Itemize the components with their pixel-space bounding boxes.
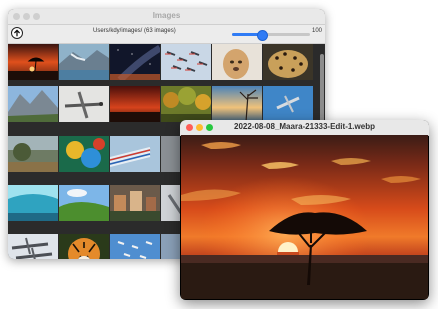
thumb-fighter-jets[interactable]: [8, 234, 58, 259]
arrow-up-icon: [14, 29, 20, 37]
thumb-red-sunset[interactable]: [110, 86, 160, 122]
thumb-ice-cave[interactable]: [8, 185, 58, 221]
thumb-warplane[interactable]: [59, 86, 109, 122]
thumb-sunset-tree[interactable]: [8, 44, 58, 80]
thumb-tiger[interactable]: [59, 234, 109, 259]
preview-image-sunset-acacia: [181, 135, 428, 299]
thumb-mountains[interactable]: [8, 86, 58, 122]
thumbnail-size-slider[interactable]: [232, 30, 310, 41]
thumb-jets-blue[interactable]: [110, 234, 160, 259]
preview-titlebar[interactable]: 2022-08-08_Maara-21333-Edit-1.webp: [180, 120, 429, 136]
thumb-jet-blue-sky[interactable]: [263, 86, 313, 122]
preview-title: 2022-08-08_Maara-21333-Edit-1.webp: [234, 122, 375, 131]
thumbnail-size-value: 100: [312, 28, 323, 34]
thumb-colorful-abstract[interactable]: [59, 136, 109, 172]
thumb-beach-sunset[interactable]: [212, 86, 262, 122]
thumb-jets-formation[interactable]: [161, 44, 211, 80]
thumb-leopard[interactable]: [263, 44, 313, 80]
image-browser-titlebar[interactable]: Images: [8, 9, 325, 25]
image-preview-window: 2022-08-08_Maara-21333-Edit-1.webp: [180, 120, 429, 300]
thumb-dog[interactable]: [212, 44, 262, 80]
thumb-milky-way[interactable]: [110, 44, 160, 80]
image-browser-toolbar: Users/kdy/images/ (63 images) 100: [8, 25, 325, 44]
desktop: Images Users/kdy/images/ (63 images) 100: [0, 0, 438, 309]
thumb-green-hills[interactable]: [59, 185, 109, 221]
thumb-autumn-forest[interactable]: [161, 86, 211, 122]
window-title: Images: [152, 11, 181, 20]
parent-folder-button[interactable]: [11, 27, 23, 39]
thumb-jets-smoke[interactable]: [110, 136, 160, 172]
thumb-glacier[interactable]: [59, 44, 109, 80]
thumb-town[interactable]: [110, 185, 160, 221]
scrollbar-thumb[interactable]: [320, 54, 324, 124]
thumb-painting-landscape[interactable]: [8, 136, 58, 172]
slider-knob[interactable]: [256, 30, 268, 41]
folder-path-label: Users/kdy/images/ (63 images): [93, 28, 176, 34]
